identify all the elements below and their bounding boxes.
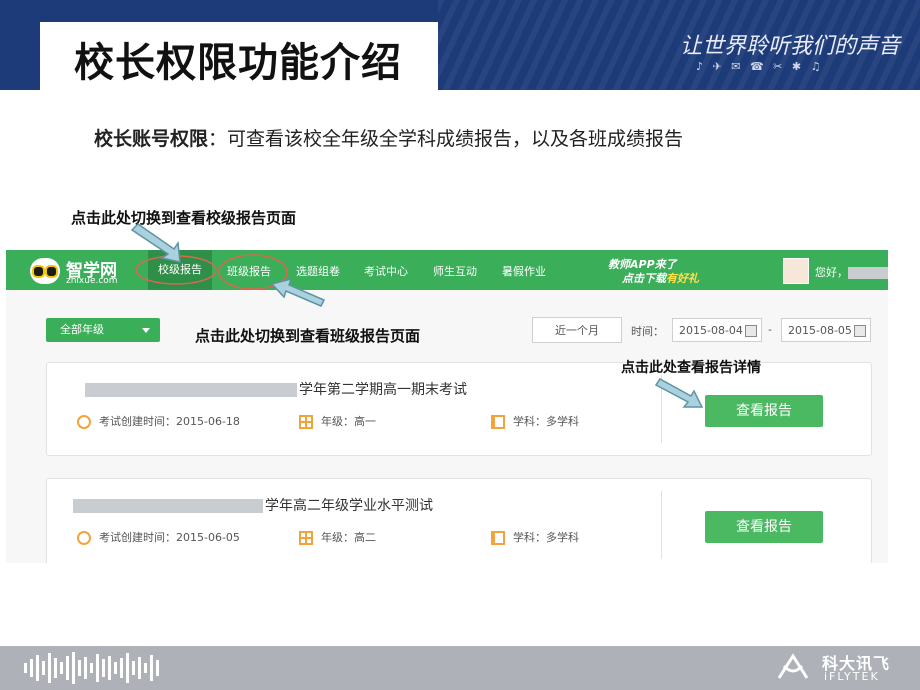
nav-school-report[interactable]: 校级报告 bbox=[148, 250, 212, 290]
view-report-button[interactable]: 查看报告 bbox=[705, 395, 823, 427]
annotation-school-report: 点击此处切换到查看校级报告页面 bbox=[71, 209, 297, 227]
media-icons-row: ♪ ✈ ✉ ☎ ✂ ✱ ♫ bbox=[696, 60, 824, 73]
date-to-value: 2015-08-05 bbox=[788, 324, 852, 337]
date-from-value: 2015-08-04 bbox=[679, 324, 743, 337]
blurred-school-year bbox=[85, 383, 297, 397]
greeting: 您好， bbox=[815, 264, 888, 280]
annotation-class-report: 点击此处切换到查看班级报告页面 bbox=[195, 327, 421, 345]
exam-card: 学年高二年级学业水平测试 考试创建时间：2015-06-05 年级：高二 学科：… bbox=[46, 478, 872, 563]
date-separator: - bbox=[768, 323, 772, 336]
brand-name-en: iFLYTEK bbox=[824, 670, 880, 683]
exam-title-text: 学年高二年级学业水平测试 bbox=[265, 498, 433, 514]
grid-icon bbox=[299, 415, 313, 429]
card-divider bbox=[661, 491, 662, 559]
clock-icon bbox=[77, 531, 91, 545]
view-report-button[interactable]: 查看报告 bbox=[705, 511, 823, 543]
nav-summer-homework[interactable]: 暑假作业 bbox=[502, 263, 546, 279]
report-content: 全部年级 近一个月 时间： 2015-08-04 - 2015-08-05 学年… bbox=[6, 290, 888, 563]
recent-month-button[interactable]: 近一个月 bbox=[532, 317, 622, 343]
app-screenshot: 智学网 zhixue.com 校级报告 班级报告 选题组卷 考试中心 师生互动 … bbox=[6, 250, 888, 563]
chevron-down-icon bbox=[142, 328, 150, 333]
nav-teacher-student[interactable]: 师生互动 bbox=[433, 263, 477, 279]
promo-highlight: 有好礼 bbox=[666, 272, 699, 285]
slide-title: 校长权限功能介绍 bbox=[74, 40, 402, 86]
nav-class-report[interactable]: 班级报告 bbox=[227, 263, 271, 279]
exam-subject-text: 学科：多学科 bbox=[513, 531, 579, 544]
exam-title[interactable]: 学年第二学期高一期末考试 bbox=[85, 379, 467, 399]
calendar-icon[interactable] bbox=[745, 325, 757, 337]
exam-subject: 学科：多学科 bbox=[491, 529, 579, 545]
card-divider bbox=[661, 375, 662, 443]
exam-created-text: 考试创建时间：2015-06-05 bbox=[99, 531, 240, 544]
promo-prefix: 点击下载 bbox=[622, 272, 666, 285]
iflytek-logo-icon bbox=[777, 653, 809, 679]
avatar[interactable] bbox=[783, 258, 809, 284]
slogan-text: 让世界聆听我们的声音 bbox=[680, 34, 901, 59]
promo-download[interactable]: 点击下载有好礼 bbox=[622, 270, 699, 286]
time-label: 时间： bbox=[631, 325, 664, 338]
grade-filter-value: 全部年级 bbox=[60, 323, 104, 336]
exam-created-time: 考试创建时间：2015-06-18 bbox=[77, 413, 240, 429]
book-icon bbox=[491, 415, 505, 429]
grid-icon bbox=[299, 531, 313, 545]
nav-question-builder[interactable]: 选题组卷 bbox=[296, 263, 340, 279]
exam-created-text: 考试创建时间：2015-06-18 bbox=[99, 415, 240, 428]
exam-grade: 年级：高一 bbox=[299, 413, 376, 429]
exam-title-text: 学年第二学期高一期末考试 bbox=[299, 382, 467, 398]
top-nav: 智学网 zhixue.com 校级报告 班级报告 选题组卷 考试中心 师生互动 … bbox=[6, 250, 888, 290]
sound-wave-decoration bbox=[24, 652, 162, 684]
intro-label: 校长账号权限 bbox=[94, 128, 209, 150]
calendar-icon[interactable] bbox=[854, 325, 866, 337]
clock-icon bbox=[77, 415, 91, 429]
logo-domain: zhixue.com bbox=[66, 276, 118, 286]
blurred-school-year bbox=[73, 499, 263, 513]
intro-line: 校长账号权限：可查看该校全年级全学科成绩报告，以及各班成绩报告 bbox=[94, 124, 683, 151]
exam-title[interactable]: 学年高二年级学业水平测试 bbox=[73, 495, 433, 515]
grade-filter-select[interactable]: 全部年级 bbox=[46, 318, 160, 342]
date-from-field[interactable]: 2015-08-04 bbox=[672, 318, 762, 342]
book-icon bbox=[491, 531, 505, 545]
intro-text: ：可查看该校全年级全学科成绩报告，以及各班成绩报告 bbox=[208, 128, 684, 150]
exam-subject-text: 学科：多学科 bbox=[513, 415, 579, 428]
exam-created-time: 考试创建时间：2015-06-05 bbox=[77, 529, 240, 545]
exam-grade: 年级：高二 bbox=[299, 529, 376, 545]
greeting-text: 您好， bbox=[815, 266, 848, 279]
exam-grade-text: 年级：高二 bbox=[321, 531, 376, 544]
date-to-field[interactable]: 2015-08-05 bbox=[781, 318, 871, 342]
owl-logo-icon[interactable] bbox=[30, 258, 60, 284]
nav-exam-center[interactable]: 考试中心 bbox=[364, 263, 408, 279]
exam-subject: 学科：多学科 bbox=[491, 413, 579, 429]
blurred-username bbox=[848, 267, 888, 279]
exam-grade-text: 年级：高一 bbox=[321, 415, 376, 428]
annotation-view-detail: 点击此处查看报告详情 bbox=[621, 360, 761, 376]
